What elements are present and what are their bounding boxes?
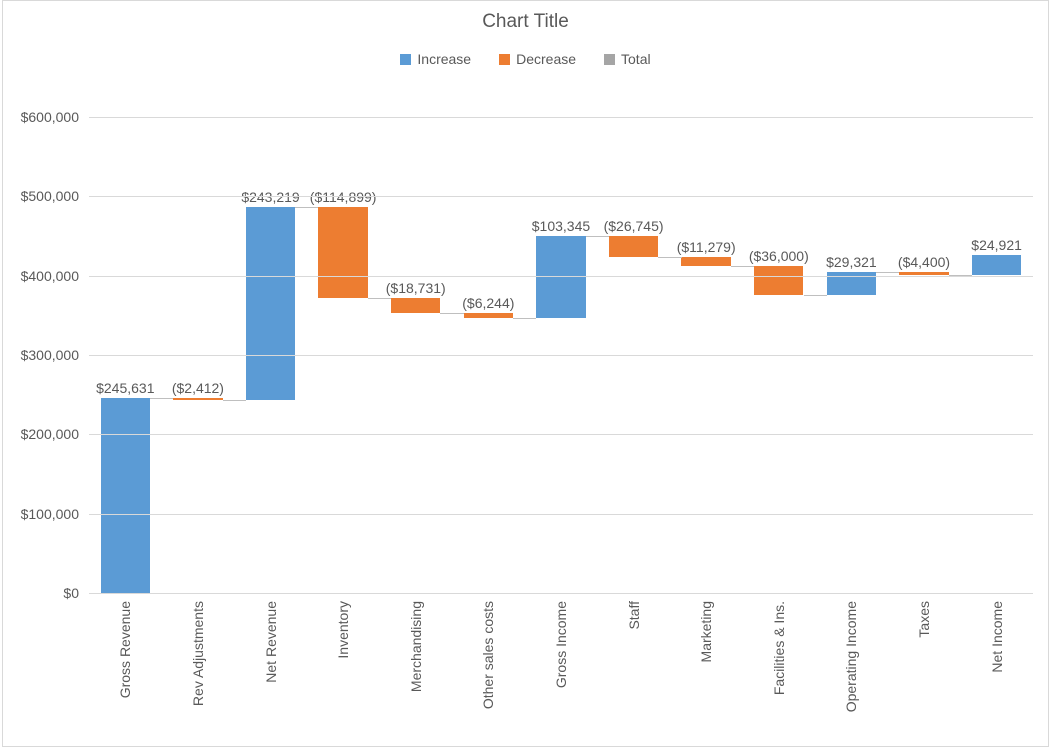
connector-line bbox=[586, 236, 609, 237]
connector-line bbox=[876, 272, 899, 273]
bar-decrease bbox=[754, 266, 803, 295]
legend-swatch-increase bbox=[400, 54, 411, 65]
data-label: ($11,279) bbox=[677, 239, 736, 255]
data-label: ($26,745) bbox=[604, 218, 664, 234]
y-tick-label: $100,000 bbox=[21, 506, 89, 522]
legend-label-increase: Increase bbox=[417, 51, 471, 67]
data-label: ($4,400) bbox=[898, 254, 950, 270]
connector-line bbox=[150, 398, 173, 399]
x-tick-label: Inventory bbox=[307, 601, 380, 741]
data-label: ($18,731) bbox=[386, 280, 446, 296]
y-tick-label: $200,000 bbox=[21, 426, 89, 442]
data-label: ($6,244) bbox=[462, 295, 514, 311]
x-tick-label: Taxes bbox=[888, 601, 961, 741]
chart-title: Chart Title bbox=[3, 1, 1048, 33]
gridline bbox=[89, 196, 1033, 197]
plot-area: $245,631($2,412)$243,219($114,899)($18,7… bbox=[89, 117, 1033, 594]
bar-decrease bbox=[318, 207, 367, 298]
x-tick-label: Staff bbox=[597, 601, 670, 741]
data-label: $103,345 bbox=[532, 218, 590, 234]
legend-label-total: Total bbox=[621, 51, 651, 67]
gridline bbox=[89, 276, 1033, 277]
bar-decrease bbox=[609, 236, 658, 257]
data-label: $245,631 bbox=[96, 380, 154, 396]
data-label: ($2,412) bbox=[172, 380, 224, 396]
bar-increase bbox=[101, 398, 150, 593]
legend-item-increase: Increase bbox=[400, 51, 471, 67]
y-tick-label: $0 bbox=[63, 585, 89, 601]
y-tick-label: $400,000 bbox=[21, 268, 89, 284]
x-tick-label: Other sales costs bbox=[452, 601, 525, 741]
data-label: ($36,000) bbox=[749, 248, 809, 264]
legend-swatch-decrease bbox=[499, 54, 510, 65]
bar-increase bbox=[972, 255, 1021, 275]
x-tick-label: Gross Revenue bbox=[89, 601, 162, 741]
bar-increase bbox=[246, 207, 295, 400]
bar-decrease bbox=[391, 298, 440, 313]
connector-line bbox=[440, 313, 463, 314]
x-tick-label: Facilities & Ins. bbox=[742, 601, 815, 741]
chart-container: Chart Title Increase Decrease Total $245… bbox=[2, 0, 1049, 747]
data-label: $29,321 bbox=[826, 254, 877, 270]
bar-decrease bbox=[899, 272, 948, 275]
gridline bbox=[89, 117, 1033, 118]
legend-item-total: Total bbox=[604, 51, 651, 67]
x-tick-label: Net Revenue bbox=[234, 601, 307, 741]
legend-label-decrease: Decrease bbox=[516, 51, 576, 67]
gridline bbox=[89, 434, 1033, 435]
connector-line bbox=[949, 275, 972, 276]
connector-line bbox=[513, 318, 536, 319]
y-tick-label: $600,000 bbox=[21, 109, 89, 125]
x-tick-label: Marketing bbox=[670, 601, 743, 741]
legend: Increase Decrease Total bbox=[3, 51, 1048, 67]
gridline bbox=[89, 355, 1033, 356]
x-axis-labels: Gross RevenueRev AdjustmentsNet RevenueI… bbox=[89, 601, 1033, 741]
x-tick-label: Rev Adjustments bbox=[162, 601, 235, 741]
legend-item-decrease: Decrease bbox=[499, 51, 576, 67]
x-tick-label: Operating Income bbox=[815, 601, 888, 741]
y-tick-label: $300,000 bbox=[21, 347, 89, 363]
connector-line bbox=[295, 207, 318, 208]
x-tick-label: Net Income bbox=[960, 601, 1033, 741]
bar-increase bbox=[536, 236, 585, 318]
gridline bbox=[89, 514, 1033, 515]
y-tick-label: $500,000 bbox=[21, 188, 89, 204]
connector-line bbox=[658, 257, 681, 258]
bar-decrease bbox=[681, 257, 730, 266]
connector-line bbox=[804, 295, 827, 296]
connector-line bbox=[731, 266, 754, 267]
connector-line bbox=[368, 298, 391, 299]
connector-line bbox=[223, 400, 246, 401]
bar-decrease bbox=[464, 313, 513, 318]
legend-swatch-total bbox=[604, 54, 615, 65]
bar-decrease bbox=[173, 398, 222, 400]
data-label: $24,921 bbox=[971, 237, 1022, 253]
x-tick-label: Merchandising bbox=[379, 601, 452, 741]
x-tick-label: Gross Income bbox=[525, 601, 598, 741]
